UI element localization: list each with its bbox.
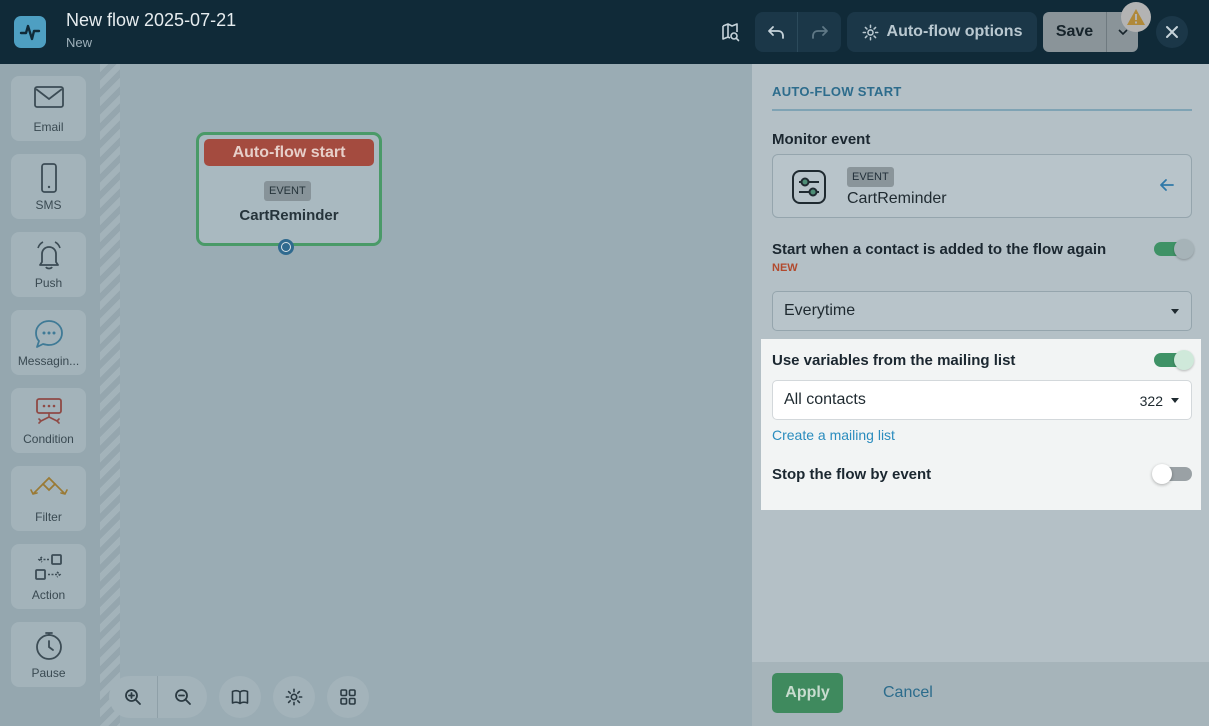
mailing-list-select[interactable]: All contacts 322 bbox=[772, 380, 1192, 420]
zoom-controls bbox=[109, 676, 207, 718]
arrow-left-icon[interactable] bbox=[1159, 178, 1175, 192]
guide-button[interactable] bbox=[219, 676, 261, 718]
history-controls bbox=[755, 12, 841, 52]
map-search-button[interactable] bbox=[708, 12, 752, 52]
mail-icon bbox=[33, 86, 64, 108]
tool-label: Push bbox=[34, 276, 63, 290]
grid-view-button[interactable] bbox=[327, 676, 369, 718]
tool-filter[interactable]: Filter bbox=[11, 466, 86, 531]
panel-footer: Apply Cancel bbox=[752, 662, 1209, 726]
canvas-edge-stripe bbox=[100, 64, 120, 726]
variables-toggle[interactable] bbox=[1154, 350, 1194, 370]
create-mailing-list-link[interactable]: Create a mailing list bbox=[772, 427, 895, 443]
node-output-port[interactable] bbox=[278, 239, 294, 255]
close-icon bbox=[1166, 26, 1178, 38]
book-icon bbox=[231, 690, 249, 705]
redo-icon bbox=[811, 26, 828, 39]
tool-label: Condition bbox=[23, 432, 74, 446]
event-type-badge: EVENT bbox=[847, 167, 894, 187]
stop-flow-toggle[interactable] bbox=[1152, 464, 1192, 484]
monitor-event-card[interactable]: EVENT CartReminder bbox=[772, 154, 1192, 218]
restart-toggle[interactable] bbox=[1154, 239, 1194, 259]
top-bar: New flow 2025-07-21 New Auto-flow option… bbox=[0, 0, 1209, 64]
stop-flow-label: Stop the flow by event bbox=[772, 466, 932, 483]
tool-action[interactable]: Action bbox=[11, 544, 86, 609]
event-name: CartReminder bbox=[847, 190, 947, 207]
variables-label: Use variables from the mailing list bbox=[772, 352, 1016, 369]
map-search-icon bbox=[722, 23, 740, 42]
node-type-badge: EVENT bbox=[264, 181, 311, 201]
new-badge: NEW bbox=[772, 262, 798, 274]
auto-flow-options-button[interactable]: Auto-flow options bbox=[847, 12, 1037, 52]
tool-label: Pause bbox=[31, 666, 66, 680]
zoom-in-button[interactable] bbox=[109, 676, 158, 718]
auto-flow-start-node[interactable]: Auto-flow start EVENT CartReminder bbox=[196, 132, 382, 255]
canvas-controls bbox=[109, 676, 369, 718]
tool-email[interactable]: Email bbox=[11, 76, 86, 141]
mailing-list-value: All contacts bbox=[784, 391, 866, 408]
phone-icon bbox=[40, 163, 57, 193]
undo-button[interactable] bbox=[755, 12, 798, 52]
caret-down-icon bbox=[1171, 309, 1179, 314]
zoom-out-button[interactable] bbox=[158, 676, 207, 718]
flow-title-block: New flow 2025-07-21 New bbox=[66, 10, 236, 50]
toggle-knob bbox=[1174, 239, 1194, 259]
apply-button[interactable]: Apply bbox=[772, 673, 843, 713]
node-settings-panel: AUTO-FLOW START Monitor event EVENT Cart… bbox=[752, 64, 1209, 726]
flow-title[interactable]: New flow 2025-07-21 bbox=[66, 10, 236, 31]
flow-status: New bbox=[66, 35, 93, 50]
node-title: Auto-flow start bbox=[204, 139, 374, 166]
sliders-icon bbox=[792, 170, 826, 204]
cancel-button[interactable]: Cancel bbox=[883, 673, 933, 713]
tool-sms[interactable]: SMS bbox=[11, 154, 86, 219]
tool-messaging[interactable]: Messagin... bbox=[11, 310, 86, 375]
action-icon bbox=[34, 554, 62, 580]
mailing-list-section: Use variables from the mailing list All … bbox=[761, 339, 1201, 510]
gear-icon bbox=[862, 24, 879, 40]
bell-icon bbox=[36, 241, 61, 270]
tool-label: Filter bbox=[35, 510, 62, 524]
condition-icon bbox=[35, 398, 62, 424]
flow-canvas[interactable]: Email SMS Push Messagin... Condition Fil… bbox=[0, 64, 752, 726]
frequency-select[interactable]: Everytime bbox=[772, 291, 1192, 331]
zoom-out-icon bbox=[174, 689, 191, 705]
warning-icon bbox=[1127, 9, 1145, 25]
tool-push[interactable]: Push bbox=[11, 232, 86, 297]
save-button[interactable]: Save bbox=[1043, 12, 1107, 52]
undo-icon bbox=[768, 26, 784, 39]
toggle-knob bbox=[1152, 464, 1172, 484]
chat-bubble-icon bbox=[34, 320, 63, 348]
tool-condition[interactable]: Condition bbox=[11, 388, 86, 453]
restart-label: Start when a contact is added to the flo… bbox=[772, 241, 1107, 258]
frequency-value: Everytime bbox=[784, 302, 856, 319]
filter-icon bbox=[29, 476, 68, 495]
tool-label: Action bbox=[31, 588, 66, 602]
warning-indicator[interactable] bbox=[1121, 2, 1151, 32]
panel-divider bbox=[772, 109, 1192, 111]
tool-sidebar: Email SMS Push Messagin... Condition Fil… bbox=[0, 64, 100, 726]
tool-label: Messagin... bbox=[17, 354, 80, 368]
tool-label: SMS bbox=[35, 198, 62, 212]
redo-button[interactable] bbox=[798, 12, 841, 52]
toggle-knob bbox=[1174, 350, 1194, 370]
chevron-down-icon bbox=[1117, 29, 1128, 35]
mailing-list-count: 322 bbox=[1139, 393, 1163, 409]
tool-pause[interactable]: Pause bbox=[11, 622, 86, 687]
close-button[interactable] bbox=[1156, 16, 1188, 48]
gear-icon bbox=[285, 688, 303, 706]
grid-icon bbox=[340, 689, 356, 705]
caret-down-icon bbox=[1171, 398, 1179, 403]
node-event-name: CartReminder bbox=[239, 207, 339, 224]
canvas-settings-button[interactable] bbox=[273, 676, 315, 718]
zoom-in-icon bbox=[125, 689, 141, 705]
pulse-logo-icon bbox=[19, 24, 41, 41]
clock-icon bbox=[35, 632, 62, 660]
monitor-event-label: Monitor event bbox=[772, 131, 871, 148]
auto-flow-options-label: Auto-flow options bbox=[886, 23, 1023, 40]
app-logo[interactable] bbox=[14, 16, 46, 48]
panel-title: AUTO-FLOW START bbox=[772, 84, 902, 99]
tool-label: Email bbox=[33, 120, 64, 134]
